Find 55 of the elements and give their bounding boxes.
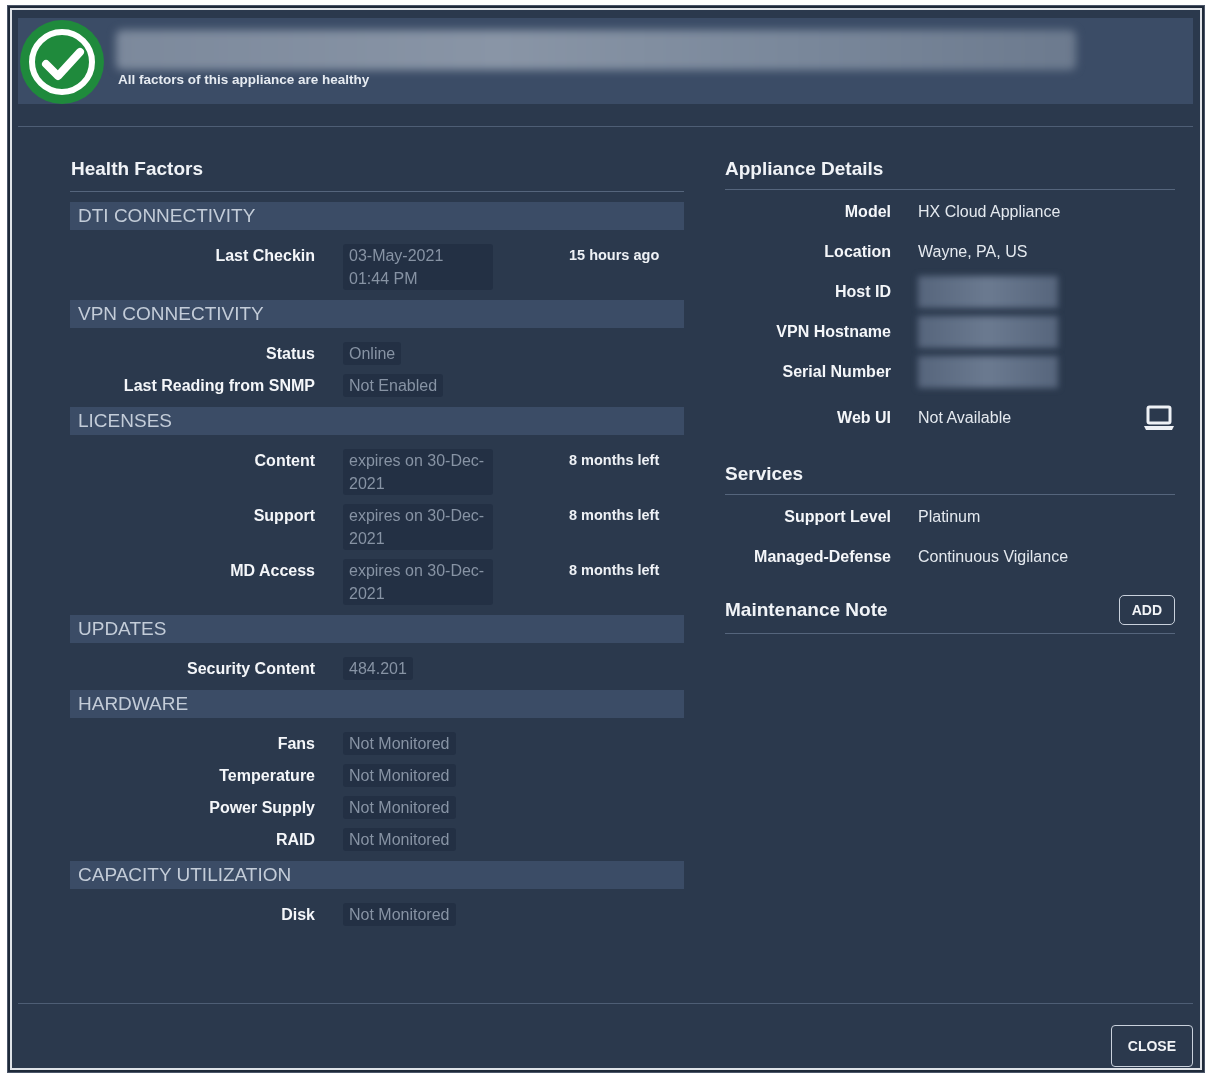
field-label: MD Access xyxy=(229,561,315,581)
value-text: Platinum xyxy=(918,508,982,526)
field-label: Web UI xyxy=(836,409,891,427)
value-text: 484.201 xyxy=(343,657,413,680)
field-label: Serial Number xyxy=(781,363,891,381)
field-label: VPN Hostname xyxy=(775,323,891,341)
status-text: All factors of this appliance are healthy xyxy=(118,72,370,87)
value-text: expires on 30-Dec-2021 xyxy=(343,449,493,495)
note-text: 15 hours ago xyxy=(568,246,661,265)
category-header: HARDWARE xyxy=(70,690,684,718)
field-label: Last Reading from SNMP xyxy=(122,376,315,396)
field-label: Last Checkin xyxy=(214,246,315,266)
laptop-icon[interactable] xyxy=(1143,405,1175,431)
value-text: Not Monitored xyxy=(343,903,456,926)
note-text: 8 months left xyxy=(568,561,661,580)
field-label: Support Level xyxy=(783,508,891,526)
field-label: Security Content xyxy=(186,659,315,679)
field-label: Fans xyxy=(276,734,315,754)
field-label: Location xyxy=(823,243,891,261)
value-text: HX Cloud Appliance xyxy=(918,203,1062,221)
category-header: DTI CONNECTIVITY xyxy=(70,202,684,230)
section-title: Maintenance Note xyxy=(725,598,888,622)
field-label: Host ID xyxy=(834,283,891,301)
value-text: Not Monitored xyxy=(343,732,456,755)
field-label: Model xyxy=(843,203,891,221)
value-text: 03-May-2021 01:44 PM xyxy=(343,244,493,290)
add-button[interactable]: ADD xyxy=(1118,595,1175,625)
value-text: Online xyxy=(343,342,402,365)
section-title: Health Factors xyxy=(70,157,684,192)
field-label: Temperature xyxy=(218,766,315,786)
field-label: Content xyxy=(253,451,315,471)
field-label: Managed-Defense xyxy=(753,548,891,566)
value-text: expires on 30-Dec-2021 xyxy=(343,504,493,550)
value-text: Not Enabled xyxy=(343,374,444,397)
field-label: Power Supply xyxy=(208,798,315,818)
value-text: Not Monitored xyxy=(343,828,456,851)
field-label: Status xyxy=(265,344,315,364)
section-title: Appliance Details xyxy=(725,157,884,181)
close-button[interactable]: CLOSE xyxy=(1110,1025,1193,1067)
section-title: Services xyxy=(725,462,804,486)
category-header: LICENSES xyxy=(70,407,684,435)
field-label: Support xyxy=(252,506,315,526)
value-text: expires on 30-Dec-2021 xyxy=(343,559,493,605)
category-header: CAPACITY UTILIZATION xyxy=(70,861,684,889)
value-text: Continuous Vigilance xyxy=(918,548,1070,566)
category-header: UPDATES xyxy=(70,615,684,643)
value-text: Not Monitored xyxy=(343,764,456,787)
note-text: 8 months left xyxy=(568,451,661,470)
field-label: RAID xyxy=(274,830,315,850)
value-text: Not Monitored xyxy=(343,796,456,819)
field-label: Disk xyxy=(280,905,315,925)
value-text: Wayne, PA, US xyxy=(918,243,1029,261)
note-text: 8 months left xyxy=(568,506,661,525)
value-text: Not Available xyxy=(918,409,1013,427)
category-header: VPN CONNECTIVITY xyxy=(70,300,684,328)
